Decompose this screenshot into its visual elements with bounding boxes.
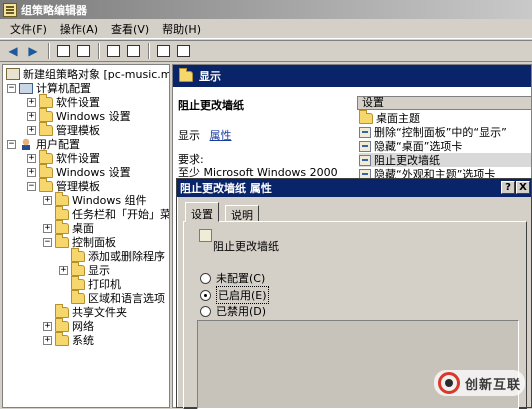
folder-icon <box>55 317 69 332</box>
folder-icon <box>71 247 85 262</box>
expand-icon[interactable]: + <box>27 125 36 135</box>
expand-icon[interactable]: + <box>43 321 52 331</box>
radio-enabled[interactable]: 已启用(E) <box>200 286 269 304</box>
settings-column-header[interactable]: 设置 <box>357 96 531 110</box>
watermark: 创新互联 <box>434 370 526 396</box>
user-icon <box>19 138 33 150</box>
expand-icon[interactable]: + <box>43 335 52 345</box>
export-list-icon[interactable] <box>124 42 142 60</box>
extended-view-icon[interactable] <box>174 42 192 60</box>
properties-icon[interactable] <box>104 42 122 60</box>
toolbar: ◀ ▶ <box>0 40 532 62</box>
tree-item-computer-config[interactable]: − 计算机配置 <box>7 81 91 95</box>
folder-icon <box>55 331 69 346</box>
list-item[interactable]: 桌面主题 <box>359 109 420 125</box>
toolbar-separator <box>48 43 50 59</box>
forward-arrow-icon[interactable]: ▶ <box>24 42 42 60</box>
expand-icon[interactable]: + <box>27 97 36 107</box>
expand-icon[interactable]: + <box>43 223 52 233</box>
radio-button[interactable] <box>200 272 211 284</box>
expand-icon[interactable]: + <box>27 111 36 121</box>
tree-item-display[interactable]: + 显示 <box>59 261 110 277</box>
folder-icon <box>71 275 85 290</box>
tree-item-cc-software[interactable]: + 软件设置 <box>27 93 100 109</box>
radio-disabled[interactable]: 已禁用(D) <box>200 303 266 319</box>
close-button[interactable]: X <box>516 181 530 194</box>
tree-item-system[interactable]: + 系统 <box>43 331 94 347</box>
back-arrow-icon[interactable]: ◀ <box>4 42 22 60</box>
up-folder-icon[interactable] <box>54 42 72 60</box>
toolbar-separator <box>98 43 100 59</box>
tab-settings[interactable]: 设置 <box>185 202 219 222</box>
tree-item-uc-admin[interactable]: − 管理模板 <box>27 177 100 193</box>
radio-button-checked[interactable] <box>200 289 211 301</box>
properties-link[interactable]: 属性 <box>210 129 232 142</box>
policy-setting-icon <box>359 154 371 166</box>
setting-title: 阻止更改墙纸 <box>178 99 244 112</box>
tab-explain[interactable]: 说明 <box>225 205 259 222</box>
menu-help[interactable]: 帮助(H) <box>158 21 210 37</box>
tree-item-region[interactable]: 区域和语言选项 <box>59 289 165 305</box>
policy-setting-icon <box>359 126 371 138</box>
folder-icon <box>55 191 69 206</box>
tree-item-desktop[interactable]: + 桌面 <box>43 219 94 235</box>
policy-tree[interactable]: 新建组策略对象 [pc-music.mus − 计算机配置 + 软件设置 + W… <box>2 64 170 408</box>
folder-icon <box>39 107 53 122</box>
tree-item-printers[interactable]: 打印机 <box>59 275 121 291</box>
tree-root[interactable]: 新建组策略对象 [pc-music.mus <box>6 67 169 81</box>
help-button[interactable]: ? <box>501 181 515 194</box>
collapse-icon[interactable]: − <box>7 83 16 93</box>
list-item-selected[interactable]: 阻止更改墙纸 <box>359 153 531 167</box>
policy-setting-icon <box>199 229 212 242</box>
brand-logo-icon <box>438 372 460 394</box>
expand-icon[interactable]: + <box>27 153 36 163</box>
folder-icon <box>39 149 53 164</box>
folder-icon <box>71 289 85 304</box>
details-header: 显示 <box>173 65 531 87</box>
watermark-text: 创新互联 <box>465 377 522 393</box>
computer-icon <box>19 82 33 94</box>
group-policy-app-icon <box>3 2 17 17</box>
policy-name: 阻止更改墙纸 <box>213 240 279 253</box>
policy-object-icon <box>6 68 20 80</box>
window-title: 组策略编辑器 <box>21 3 87 17</box>
tree-item-control-panel[interactable]: − 控制面板 <box>43 233 116 249</box>
folder-icon <box>55 233 69 248</box>
folder-icon <box>55 303 69 318</box>
folder-icon <box>39 177 53 192</box>
menu-file[interactable]: 文件(F) <box>6 21 56 37</box>
folder-icon <box>39 163 53 178</box>
menu-action[interactable]: 操作(A) <box>56 21 107 37</box>
dialog-title-bar: 阻止更改墙纸 属性 <box>177 179 531 197</box>
help-icon[interactable] <box>154 42 172 60</box>
collapse-icon[interactable]: − <box>27 181 36 191</box>
folder-open-icon <box>71 261 85 276</box>
tree-item-uc-software[interactable]: + 软件设置 <box>27 149 100 165</box>
folder-icon <box>55 219 69 234</box>
list-item[interactable]: 隐藏“桌面”选项卡 <box>359 139 462 153</box>
toolbar-separator <box>148 43 150 59</box>
collapse-icon[interactable]: − <box>43 237 52 247</box>
tree-item-cc-admin[interactable]: + 管理模板 <box>27 121 100 137</box>
folder-icon <box>179 67 193 82</box>
tree-item-network[interactable]: + 网络 <box>43 317 94 333</box>
collapse-icon[interactable]: − <box>7 139 16 149</box>
list-item[interactable]: 删除“控制面板”中的“显示” <box>359 125 507 139</box>
dialog-title: 阻止更改墙纸 属性 <box>180 182 272 195</box>
menu-bar: 文件(F) 操作(A) 查看(V) 帮助(H) <box>0 19 532 39</box>
folder-icon <box>359 109 373 124</box>
show-properties-line: 显示 属性 <box>178 129 232 142</box>
folder-icon <box>39 93 53 108</box>
folder-icon <box>55 205 69 220</box>
folder-icon <box>39 121 53 136</box>
expand-icon[interactable]: + <box>27 167 36 177</box>
policy-setting-icon <box>359 140 371 152</box>
menu-view[interactable]: 查看(V) <box>107 21 158 37</box>
expand-icon[interactable]: + <box>43 195 52 205</box>
radio-not-configured[interactable]: 未配置(C) <box>200 270 265 286</box>
show-hide-tree-icon[interactable] <box>74 42 92 60</box>
title-bar: 组策略编辑器 <box>0 0 532 19</box>
radio-button[interactable] <box>200 305 211 317</box>
expand-icon[interactable]: + <box>59 265 68 275</box>
